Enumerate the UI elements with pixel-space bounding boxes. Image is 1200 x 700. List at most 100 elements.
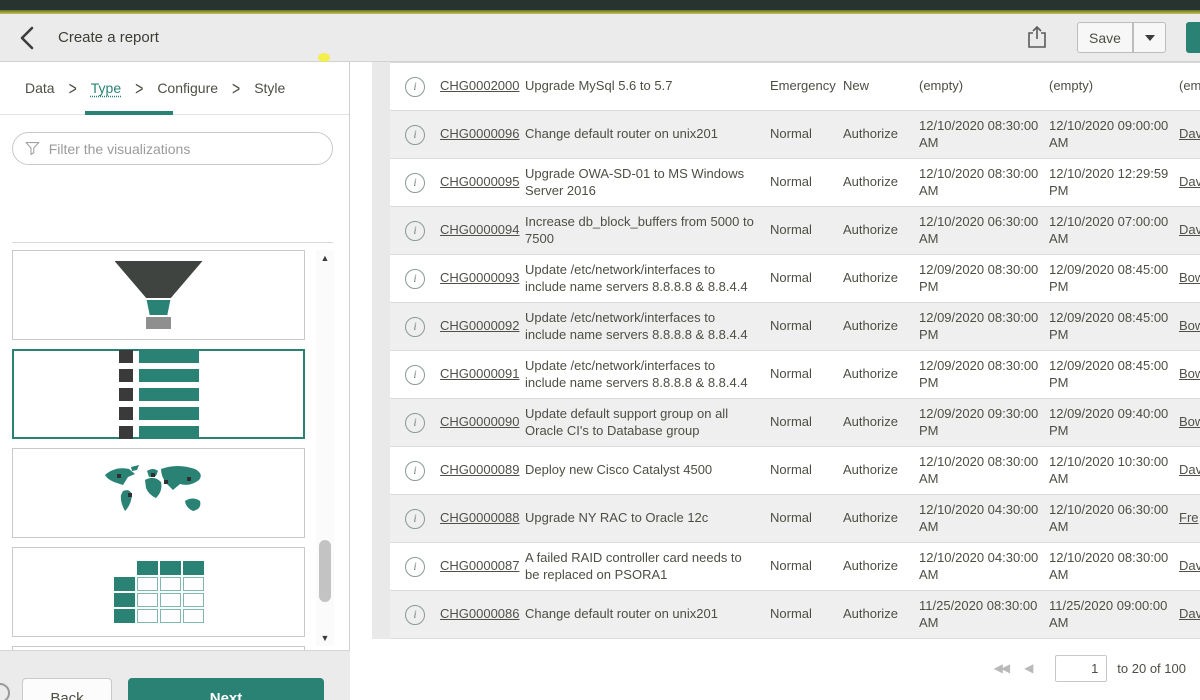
viz-option-list[interactable]	[12, 349, 305, 439]
change-number-link[interactable]: CHG0000094	[440, 222, 520, 237]
table-row: i CHG0000092 Update /etc/network/interfa…	[390, 303, 1200, 351]
assignee-link[interactable]: Dav	[1179, 558, 1200, 573]
planned-end-cell: 12/10/2020 06:30:00 AM	[1049, 502, 1179, 536]
planned-start-cell: 12/09/2020 08:30:00 PM	[919, 358, 1049, 392]
priority-cell: Normal	[770, 318, 843, 335]
assignee-link[interactable]: (em	[1179, 78, 1200, 93]
scrollbar-thumb[interactable]	[319, 540, 331, 602]
state-cell: Authorize	[843, 606, 919, 623]
chevron-right-icon: >	[69, 77, 77, 99]
wizard-step-configure[interactable]: Configure	[157, 80, 218, 96]
change-number-link[interactable]: CHG0000086	[440, 606, 520, 621]
change-number-cell: CHG0000089	[440, 462, 525, 479]
change-number-link[interactable]: CHG0000096	[440, 126, 520, 141]
info-icon[interactable]: i	[405, 269, 425, 289]
filter-visualizations-input[interactable]	[49, 141, 320, 157]
info-icon[interactable]: i	[405, 173, 425, 193]
change-number-link[interactable]: CHG0000087	[440, 558, 520, 573]
info-icon[interactable]: i	[405, 365, 425, 385]
assignee-link[interactable]: Dav	[1179, 174, 1200, 189]
table-row: i CHG0000086 Change default router on un…	[390, 591, 1200, 639]
next-button[interactable]: Next	[128, 678, 324, 700]
info-icon[interactable]: i	[405, 221, 425, 241]
planned-start-cell: 12/10/2020 08:30:00 AM	[919, 118, 1049, 152]
assignee-cell: Dav	[1179, 222, 1200, 239]
row-info-cell: i	[390, 557, 440, 577]
assignee-link[interactable]: Dav	[1179, 606, 1200, 621]
priority-cell: Normal	[770, 558, 843, 575]
priority-cell: Normal	[770, 126, 843, 143]
short-description-cell: Update /etc/network/interfaces to includ…	[525, 310, 770, 344]
info-icon[interactable]: i	[405, 317, 425, 337]
back-chevron-button[interactable]	[18, 24, 36, 52]
wizard-step-data[interactable]: Data	[25, 80, 55, 96]
assignee-link[interactable]: Dav	[1179, 222, 1200, 237]
partial-primary-button[interactable]	[1186, 22, 1200, 53]
save-dropdown-button[interactable]	[1133, 22, 1166, 53]
scroll-down-icon[interactable]: ▼	[316, 630, 334, 646]
row-info-cell: i	[390, 317, 440, 337]
table-left-gutter	[372, 62, 390, 639]
assignee-link[interactable]: Bow	[1179, 366, 1200, 381]
info-icon[interactable]: i	[405, 125, 425, 145]
save-button[interactable]: Save	[1077, 22, 1133, 53]
page-number-input[interactable]	[1055, 655, 1107, 682]
change-number-link[interactable]: CHG0000095	[440, 174, 520, 189]
change-number-cell: CHG0002000	[440, 78, 525, 95]
info-icon[interactable]: i	[405, 557, 425, 577]
chevron-right-icon: >	[135, 77, 143, 99]
planned-end-cell: (empty)	[1049, 78, 1179, 95]
short-description-cell: Increase db_block_buffers from 5000 to 7…	[525, 214, 770, 248]
assignee-cell: Dav	[1179, 558, 1200, 575]
viz-option-heatmap-table[interactable]	[12, 547, 305, 637]
row-info-cell: i	[390, 173, 440, 193]
change-number-cell: CHG0000094	[440, 222, 525, 239]
change-number-link[interactable]: CHG0000090	[440, 414, 520, 429]
info-icon[interactable]: i	[405, 413, 425, 433]
state-cell: Authorize	[843, 270, 919, 287]
info-icon[interactable]: i	[405, 509, 425, 529]
assignee-link[interactable]: Dav	[1179, 462, 1200, 477]
info-icon[interactable]: i	[405, 605, 425, 625]
priority-cell: Normal	[770, 462, 843, 479]
change-number-link[interactable]: CHG0000093	[440, 270, 520, 285]
viz-option-funnel-chart[interactable]	[12, 250, 305, 340]
change-number-link[interactable]: CHG0000088	[440, 510, 520, 525]
assignee-link[interactable]: Bow	[1179, 414, 1200, 429]
assignee-link[interactable]: Bow	[1179, 318, 1200, 333]
help-icon-partial	[0, 683, 10, 700]
change-number-link[interactable]: CHG0000091	[440, 366, 520, 381]
priority-cell: Normal	[770, 366, 843, 383]
viz-option-world-map[interactable]	[12, 448, 305, 538]
planned-end-cell: 12/10/2020 07:00:00 AM	[1049, 214, 1179, 248]
divider	[12, 242, 333, 243]
wizard-step-type[interactable]: Type	[91, 80, 121, 96]
visualization-list-area: ▲ ▼	[0, 178, 350, 650]
row-info-cell: i	[390, 605, 440, 625]
change-number-link[interactable]: CHG0000089	[440, 462, 520, 477]
viz-scrollbar[interactable]: ▲ ▼	[316, 250, 334, 646]
row-info-cell: i	[390, 269, 440, 289]
change-number-link[interactable]: CHG0002000	[440, 78, 520, 93]
change-number-link[interactable]: CHG0000092	[440, 318, 520, 333]
wizard-step-style[interactable]: Style	[254, 80, 285, 96]
back-button[interactable]: Back	[22, 678, 112, 700]
change-number-cell: CHG0000093	[440, 270, 525, 287]
assignee-link[interactable]: Fre	[1179, 510, 1199, 525]
page-title: Create a report	[58, 29, 159, 46]
planned-end-cell: 12/10/2020 09:00:00 AM	[1049, 118, 1179, 152]
planned-start-cell: 12/10/2020 04:30:00 AM	[919, 550, 1049, 584]
share-export-icon[interactable]	[1027, 25, 1047, 51]
assignee-link[interactable]: Dav	[1179, 126, 1200, 141]
planned-start-cell: 12/10/2020 04:30:00 AM	[919, 502, 1049, 536]
previous-page-icon[interactable]: ◀	[1020, 661, 1037, 675]
row-info-cell: i	[390, 461, 440, 481]
info-icon[interactable]: i	[405, 461, 425, 481]
table-row: i CHG0000093 Update /etc/network/interfa…	[390, 255, 1200, 303]
pagination-total: 100	[1164, 661, 1186, 676]
assignee-link[interactable]: Bow	[1179, 270, 1200, 285]
scroll-up-icon[interactable]: ▲	[316, 250, 334, 266]
save-split-button: Save	[1077, 22, 1166, 53]
info-icon[interactable]: i	[405, 77, 425, 97]
first-page-icon[interactable]: ◀◀	[990, 661, 1012, 675]
